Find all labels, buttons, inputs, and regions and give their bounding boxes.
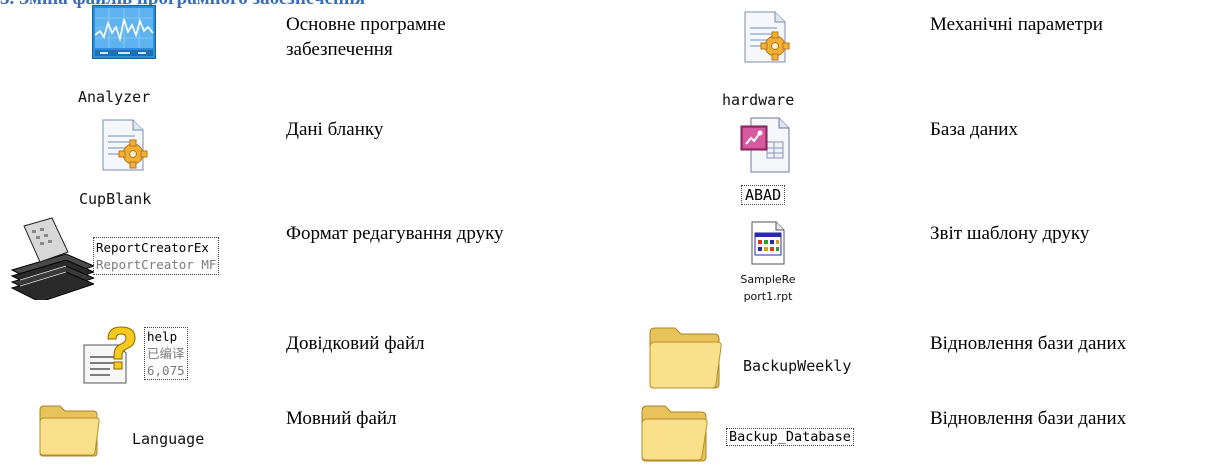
help-file-icon[interactable] <box>80 325 142 385</box>
file-name: BackupWeekly <box>743 357 852 375</box>
file-description: Механічні параметри <box>930 14 1103 35</box>
report-template-icon[interactable] <box>748 220 788 266</box>
file-name: Backup_Database <box>726 428 854 446</box>
file-description: Основне програмне забезпечення <box>286 14 446 60</box>
folder-icon[interactable] <box>640 400 708 462</box>
section-heading: 3. Зміна файлів програмного забезпечення <box>0 0 365 10</box>
file-size: 6,075 <box>147 363 185 378</box>
file-name: CupBlank <box>79 190 152 208</box>
file-description: Мовний файл <box>286 408 397 429</box>
file-name: hardware <box>722 91 795 109</box>
file-description: База даних <box>930 119 1018 140</box>
file-name: SampleRe port1.rpt <box>740 273 796 303</box>
file-description: Дані бланку <box>286 119 384 140</box>
config-file-icon[interactable] <box>95 116 155 174</box>
file-description: Звіт шаблону друку <box>930 223 1090 244</box>
report-creator-icon[interactable] <box>10 216 96 303</box>
file-description: Довідковий файл <box>286 333 425 354</box>
analyzer-chart-icon[interactable] <box>92 5 156 59</box>
file-description: Відновлення бази даних <box>930 333 1127 354</box>
report-creator-label: ReportCreatorEx ReportCreator MF <box>93 237 220 275</box>
access-database-icon[interactable] <box>737 114 793 176</box>
file-name: help <box>147 329 178 344</box>
file-name: Analyzer <box>78 88 151 106</box>
file-name: ABAD <box>741 185 786 205</box>
file-name: ReportCreatorEx <box>96 240 209 255</box>
help-label: help 已编译 6,075 <box>144 327 188 380</box>
file-name: Language <box>132 430 205 448</box>
config-file-icon[interactable] <box>737 8 797 66</box>
folder-icon[interactable] <box>38 400 100 458</box>
file-description: Формат редагування друку <box>286 223 504 244</box>
file-description: Відновлення бази даних <box>930 408 1127 429</box>
folder-icon[interactable] <box>648 321 722 391</box>
file-subtitle: 已编译 <box>147 346 185 361</box>
file-subtitle: ReportCreator MF <box>96 257 217 272</box>
